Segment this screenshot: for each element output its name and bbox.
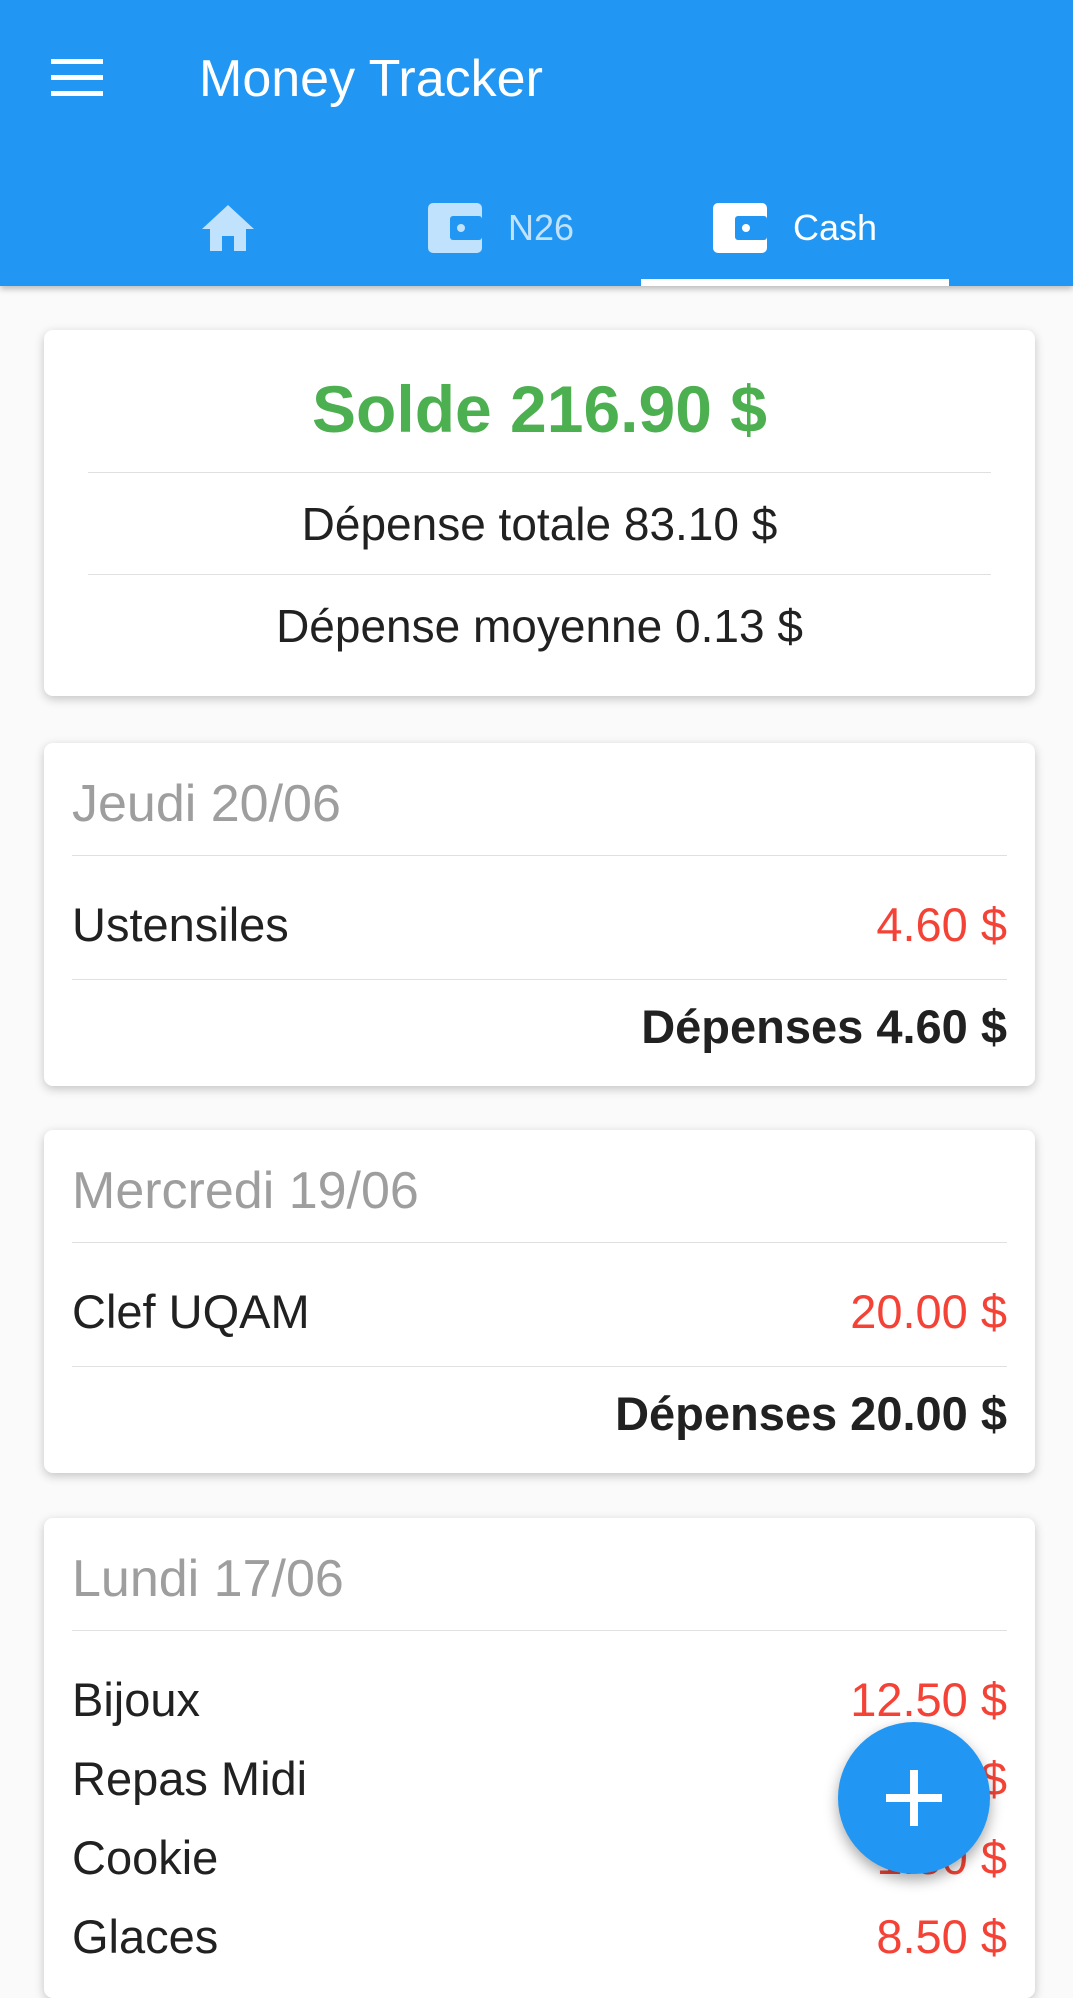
wallet-icon [712,203,767,253]
expense-amount: 8.50 $ [876,1910,1007,1963]
divider [88,574,991,575]
divider [72,855,1007,856]
divider [72,1366,1007,1367]
divider [88,472,991,473]
day-header: Jeudi 20/06 [72,775,341,833]
menu-icon [51,59,103,96]
menu-button[interactable] [38,46,116,110]
app-title: Money Tracker [199,50,543,108]
tab-label: Cash [792,207,878,248]
balance-value: Solde 216.90 $ [312,372,767,446]
day-card[interactable]: Mercredi 19/06 Clef UQAM 20.00 $ Dépense… [44,1130,1035,1473]
expense-amount: 20.00 $ [850,1285,1007,1338]
tab-n26[interactable]: N26 [396,170,606,286]
day-header: Lundi 17/06 [72,1550,344,1608]
day-total: Dépenses 20.00 $ [615,1387,1007,1440]
expense-amount: 12.50 $ [850,1673,1007,1726]
tab-cash[interactable]: Cash [641,170,949,286]
day-total: Dépenses 4.60 $ [641,1000,1007,1053]
expense-name[interactable]: Clef UQAM [72,1284,310,1340]
expense-name[interactable]: Repas Midi [72,1751,307,1807]
tab-home[interactable] [160,170,296,286]
total-expense: Dépense totale 83.10 $ [301,498,778,550]
balance-summary-card: Solde 216.90 $ Dépense totale 83.10 $ Dé… [44,330,1035,696]
day-card[interactable]: Jeudi 20/06 Ustensiles 4.60 $ Dépenses 4… [44,743,1035,1086]
expense-name[interactable]: Bijoux [72,1672,200,1728]
divider [72,979,1007,980]
home-icon [202,205,254,251]
account-tabs: N26 Cash [0,170,1073,286]
tab-label: N26 [507,207,575,248]
add-expense-button[interactable] [838,1722,990,1874]
divider [72,1630,1007,1631]
expense-name[interactable]: Cookie [72,1830,218,1886]
plus-icon [886,1770,942,1826]
average-expense: Dépense moyenne 0.13 $ [276,600,803,652]
expense-name[interactable]: Ustensiles [72,897,289,953]
day-header: Mercredi 19/06 [72,1162,419,1220]
expense-name[interactable]: Glaces [72,1909,218,1965]
expense-amount: 4.60 $ [876,898,1007,951]
wallet-icon [427,203,482,253]
active-tab-indicator [641,279,949,286]
divider [72,1242,1007,1243]
app-bar: Money Tracker N26 Cash [0,0,1073,286]
